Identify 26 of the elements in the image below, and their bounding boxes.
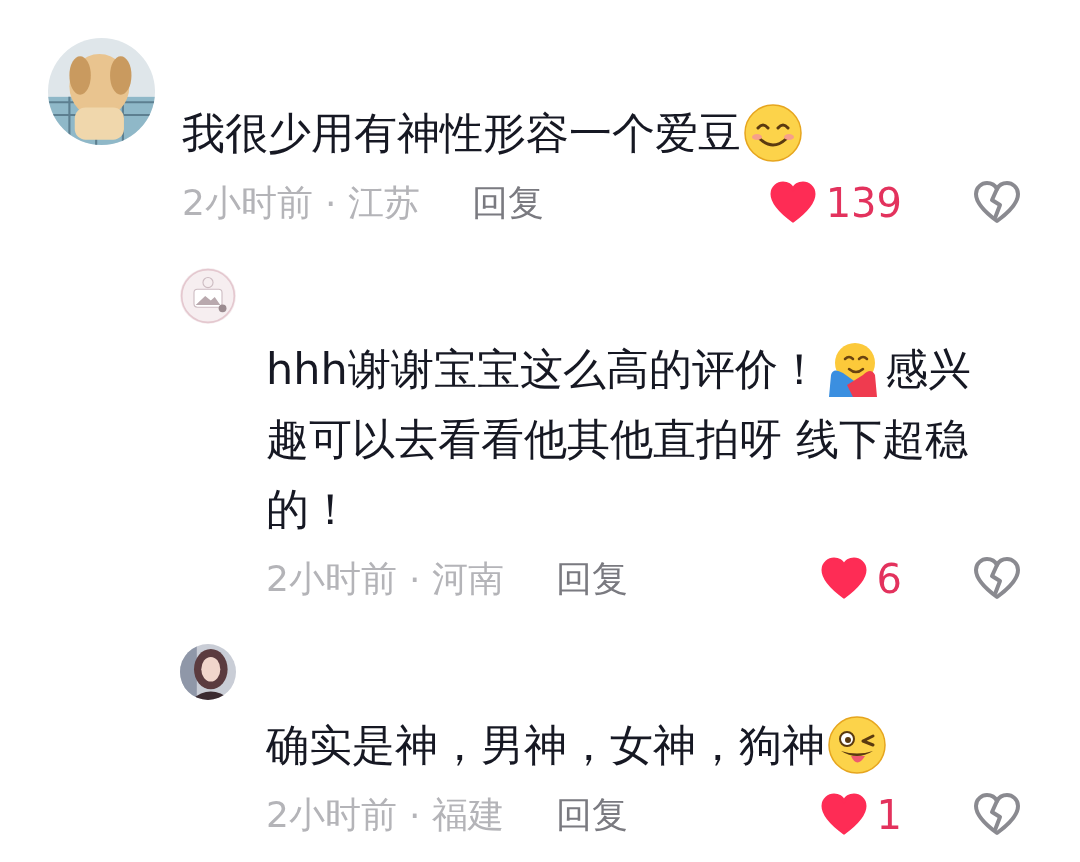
like-count: 139	[825, 180, 902, 226]
comment-text: 感兴	[884, 343, 971, 396]
separator-dot: ·	[408, 794, 421, 836]
like-count: 6	[876, 556, 902, 602]
comment-location: 福建	[432, 792, 505, 837]
like-count: 1	[876, 792, 902, 838]
comment-text: 趣可以去看看他其他直拍呀 线下超稳	[266, 413, 968, 466]
comment-time: 2小时前	[266, 556, 397, 601]
reply-link[interactable]: 回复	[556, 790, 629, 840]
comment-text: 我很少用有神性形容一个爱豆	[182, 107, 741, 160]
comment-location: 江苏	[348, 180, 421, 225]
smiling-face-icon	[743, 103, 803, 163]
broken-heart-icon[interactable]	[974, 556, 1020, 602]
comment-text: 的！	[266, 483, 352, 536]
reply-link[interactable]: 回复	[556, 554, 629, 604]
comment-text: 确实是神，男神，女神，狗神	[266, 719, 825, 772]
comment-time: 2小时前	[266, 792, 397, 837]
separator-dot: ·	[408, 558, 421, 600]
reply-link[interactable]: 回复	[472, 178, 545, 228]
comment-location: 河南	[432, 556, 505, 601]
winking-face-icon	[827, 715, 887, 775]
comment-text: hhh谢谢宝宝这么高的评价！	[266, 343, 821, 396]
broken-heart-icon[interactable]	[974, 180, 1020, 226]
separator-dot: ·	[324, 182, 337, 224]
comment-time: 2小时前	[182, 180, 313, 225]
broken-heart-icon[interactable]	[974, 792, 1020, 838]
